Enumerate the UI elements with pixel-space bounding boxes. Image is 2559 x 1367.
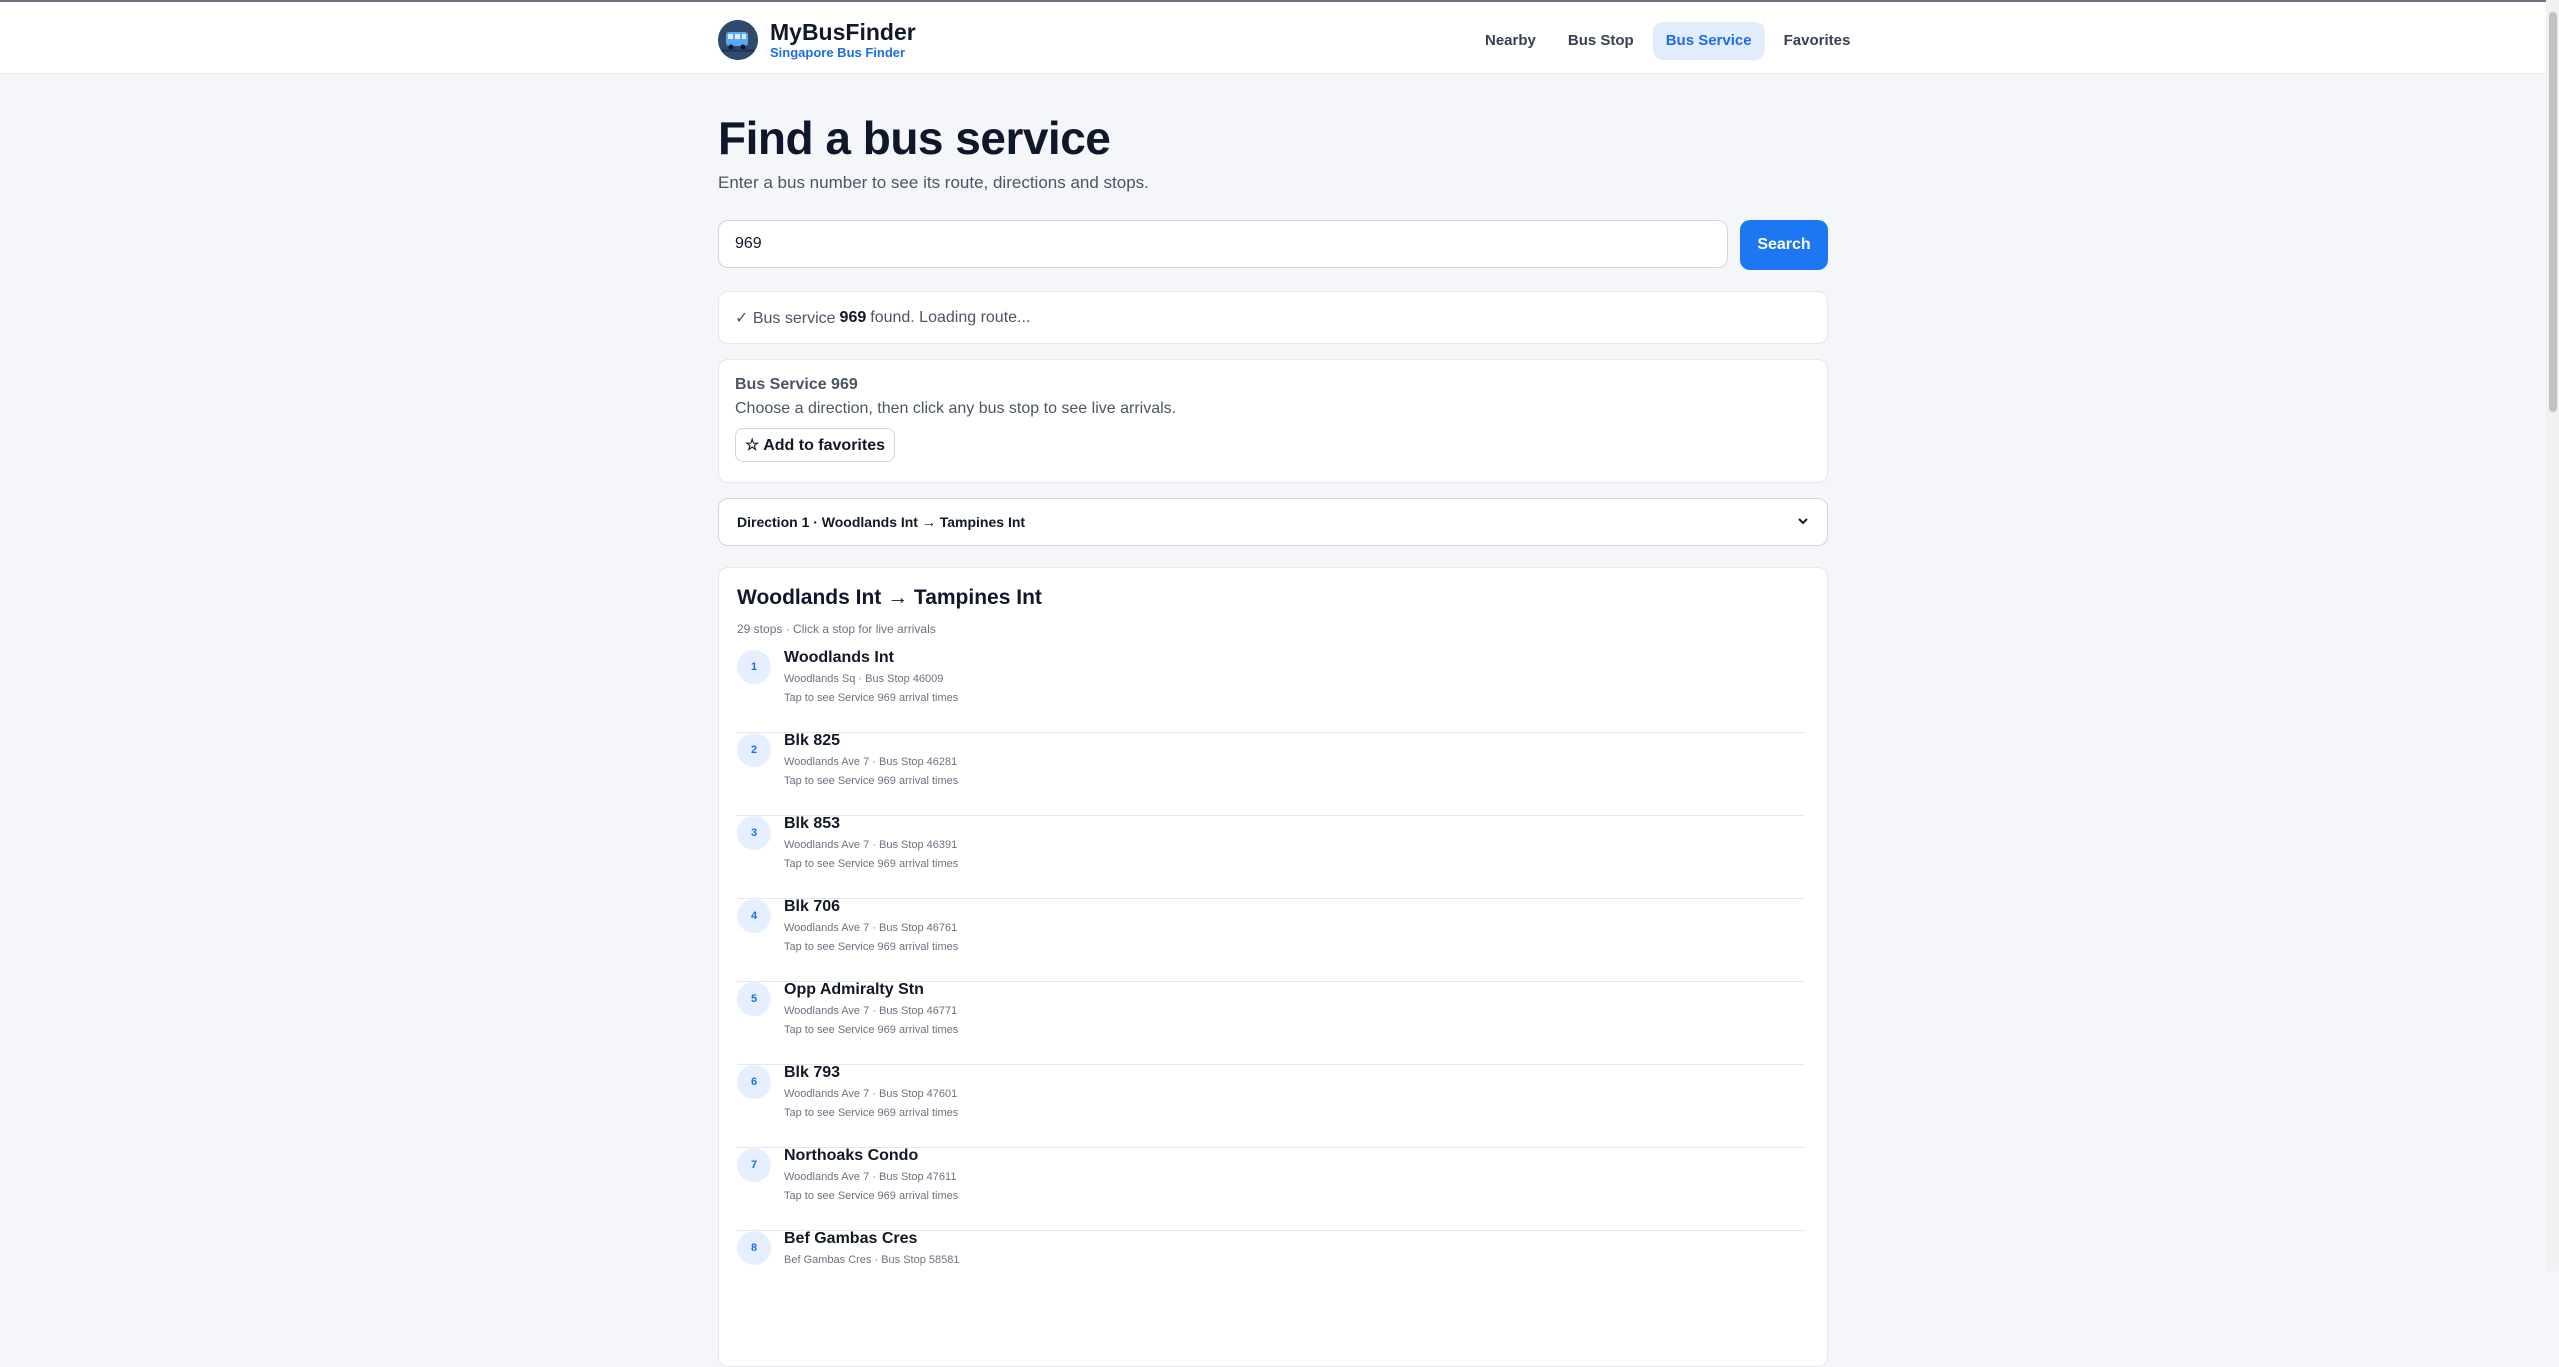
stop-item[interactable]: 5 Opp Admiralty Stn Woodlands Ave 7 · Bu… [737,981,1805,1065]
search-button[interactable]: Search [1740,220,1828,270]
stop-name: Blk 825 [784,732,841,749]
scrollbar-thumb[interactable] [2549,12,2557,412]
chevron-down-icon [1797,514,1809,530]
search-input[interactable] [718,220,1728,268]
stop-name: Bef Gambas Cres [784,1230,918,1247]
stop-hint: Tap to see Service 969 arrival times [784,858,959,870]
nav-nearby[interactable]: Nearby [1472,22,1549,60]
stop-name: Blk 793 [784,1064,841,1081]
nav-favorites[interactable]: Favorites [1771,22,1864,60]
add-to-favorites-button[interactable]: ☆ Add to favorites [735,428,895,462]
stop-item[interactable]: 3 Blk 853 Woodlands Ave 7 · Bus Stop 463… [737,815,1805,899]
stop-number: 4 [737,899,771,933]
stop-hint: Tap to see Service 969 arrival times [784,1190,959,1202]
page-subtitle: Enter a bus number to see its route, dir… [718,173,1149,192]
brand-title[interactable]: MyBusFinder [770,19,916,46]
stop-road: Woodlands Ave 7 · Bus Stop 47611 [784,1171,957,1183]
brand-subtitle: Singapore Bus Finder [770,45,906,60]
page-title: Find a bus service [718,112,1111,164]
stop-number: 5 [737,982,771,1016]
service-card: Bus Service 969 Choose a direction, then… [718,359,1828,483]
route-title: Woodlands Int → Tampines Int [737,586,1042,609]
stop-hint: Tap to see Service 969 arrival times [784,775,959,787]
stop-name: Woodlands Int [784,649,894,666]
stop-item[interactable]: 1 Woodlands Int Woodlands Sq · Bus Stop … [737,649,1805,733]
stop-number: 3 [737,816,771,850]
nav-bus-service[interactable]: Bus Service [1652,22,1765,60]
stop-item[interactable]: 6 Blk 793 Woodlands Ave 7 · Bus Stop 476… [737,1064,1805,1148]
nav-bus-stop[interactable]: Bus Stop [1555,22,1647,60]
stop-item[interactable]: 7 Northoaks Condo Woodlands Ave 7 · Bus … [737,1147,1805,1231]
stop-name: Opp Admiralty Stn [784,981,924,998]
stop-list: 1 Woodlands Int Woodlands Sq · Bus Stop … [737,649,1805,1313]
route-card: Woodlands Int → Tampines Int 29 stops · … [718,567,1828,1367]
direction-select[interactable]: Direction 1 · Woodlands Int → Tampines I… [718,498,1828,546]
bus-icon[interactable] [718,20,758,60]
stop-road: Woodlands Ave 7 · Bus Stop 47601 [784,1088,958,1100]
status-suffix: found. Loading route... [870,308,1031,326]
stop-number: 8 [737,1231,771,1265]
stop-item[interactable]: 8 Bef Gambas Cres Bef Gambas Cres · Bus … [737,1230,1805,1313]
status-message: ✓ Bus service 969 found. Loading route..… [718,291,1828,344]
stop-name: Blk 853 [784,815,841,832]
stop-road: Bef Gambas Cres · Bus Stop 58581 [784,1254,960,1266]
stop-road: Woodlands Ave 7 · Bus Stop 46391 [784,839,958,851]
stop-hint: Tap to see Service 969 arrival times [784,692,959,704]
stop-number: 1 [737,650,771,684]
stop-name: Northoaks Condo [784,1147,919,1164]
stop-item[interactable]: 2 Blk 825 Woodlands Ave 7 · Bus Stop 462… [737,732,1805,816]
status-prefix: ✓ Bus service [735,309,836,327]
stop-road: Woodlands Ave 7 · Bus Stop 46771 [784,1005,958,1017]
route-meta: 29 stops · Click a stop for live arrival… [737,622,936,636]
stop-hint: Tap to see Service 969 arrival times [784,941,959,953]
main-nav: Nearby Bus Stop Bus Service Favorites [1472,22,1863,60]
service-description: Choose a direction, then click any bus s… [735,400,1177,417]
direction-selected-value: Direction 1 · Woodlands Int → Tampines I… [737,514,1026,530]
stop-number: 7 [737,1148,771,1182]
stop-name: Blk 706 [784,898,841,915]
stop-number: 6 [737,1065,771,1099]
stop-road: Woodlands Ave 7 · Bus Stop 46281 [784,756,958,768]
stop-hint: Tap to see Service 969 arrival times [784,1107,959,1119]
status-service-number: 969 [839,308,867,326]
site-header: MyBusFinder Singapore Bus Finder Nearby … [0,2,2546,74]
stop-hint: Tap to see Service 969 arrival times [784,1024,959,1036]
service-title: Bus Service 969 [735,376,858,393]
stop-item[interactable]: 4 Blk 706 Woodlands Ave 7 · Bus Stop 467… [737,898,1805,982]
stop-number: 2 [737,733,771,767]
stop-road: Woodlands Ave 7 · Bus Stop 46761 [784,922,958,934]
stop-road: Woodlands Sq · Bus Stop 46009 [784,673,944,685]
